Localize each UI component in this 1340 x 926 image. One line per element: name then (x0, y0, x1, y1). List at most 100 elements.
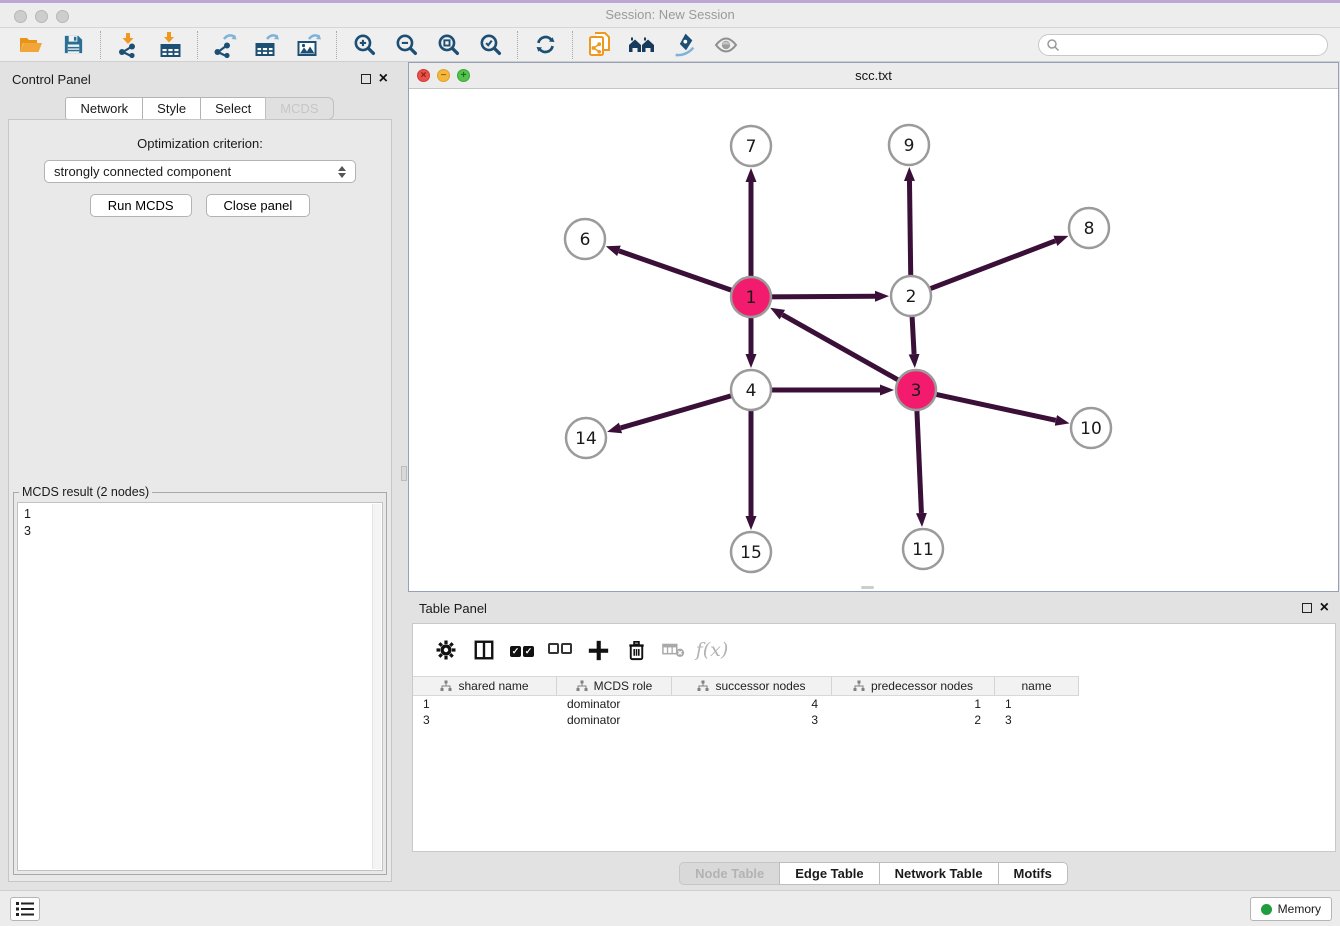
sort-hierarchy-icon (697, 680, 709, 692)
memory-label: Memory (1278, 902, 1321, 916)
zoom-window-button[interactable] (56, 10, 69, 23)
table-cell[interactable]: dominator (557, 712, 672, 728)
column-header-shared-name[interactable]: shared name (413, 677, 557, 695)
column-header-name[interactable]: name (995, 677, 1079, 695)
column-settings-button[interactable] (427, 633, 465, 667)
tab-node-table[interactable]: Node Table (679, 862, 780, 885)
zoom-selected-button[interactable] (469, 30, 511, 60)
app-titlebar: Session: New Session (0, 0, 1340, 28)
sort-hierarchy-icon (576, 680, 588, 692)
graph-node-label-8: 8 (1084, 219, 1095, 239)
column-header-predecessor-nodes[interactable]: predecessor nodes (832, 677, 995, 695)
graph-edge-1-2[interactable] (767, 296, 875, 297)
plus-icon (587, 639, 610, 662)
graph-edge-1-6[interactable] (619, 251, 736, 292)
float-panel-icon[interactable] (361, 74, 371, 84)
tab-network-table[interactable]: Network Table (879, 862, 999, 885)
search-icon (1046, 38, 1060, 52)
graph-edge-2-8[interactable] (926, 241, 1055, 290)
table-cell[interactable]: 3 (413, 712, 557, 728)
apply-layout-button[interactable] (524, 30, 566, 60)
mcds-result-area[interactable]: 1 3 (17, 502, 383, 871)
zoom-selected-icon (478, 32, 503, 57)
tab-network[interactable]: Network (65, 97, 143, 120)
panel-splitter[interactable] (400, 62, 408, 890)
sort-hierarchy-icon (853, 680, 865, 692)
save-disk-icon (62, 33, 85, 56)
tab-mcds[interactable]: MCDS (265, 97, 333, 120)
close-table-panel-icon[interactable]: × (1320, 603, 1329, 613)
table-row-1[interactable]: 3dominator323 (413, 712, 1335, 728)
close-panel-button[interactable]: Close panel (206, 194, 311, 217)
tab-motifs[interactable]: Motifs (998, 862, 1068, 885)
splitter-grip[interactable] (401, 466, 407, 481)
table-cell[interactable]: 1 (995, 696, 1079, 712)
tab-select[interactable]: Select (200, 97, 266, 120)
graph-edge-2-9[interactable] (909, 181, 910, 280)
run-mcds-button[interactable]: Run MCDS (90, 194, 192, 217)
network-close-icon[interactable]: × (417, 69, 430, 82)
zoom-in-button[interactable] (343, 30, 385, 60)
graph-edge-3-1[interactable] (782, 315, 902, 382)
toolbar-divider (336, 31, 337, 59)
mcds-panel: Optimization criterion: strongly connect… (8, 119, 392, 882)
table-cell[interactable]: 3 (995, 712, 1079, 728)
table-cell[interactable]: 2 (832, 712, 995, 728)
search-input[interactable] (1060, 36, 1327, 54)
table-row-0[interactable]: 1dominator411 (413, 696, 1335, 712)
zoom-out-button[interactable] (385, 30, 427, 60)
save-session-button[interactable] (52, 30, 94, 60)
table-cell[interactable]: 3 (672, 712, 832, 728)
graph-edge-3-10[interactable] (932, 393, 1056, 420)
minimize-window-button[interactable] (35, 10, 48, 23)
houses-icon (628, 33, 656, 57)
close-window-button[interactable] (14, 10, 27, 23)
network-maximize-icon[interactable]: + (457, 69, 470, 82)
unselect-all-columns-button[interactable] (541, 633, 579, 667)
function-builder-button[interactable]: f(x) (693, 633, 731, 667)
delete-table-button[interactable] (655, 633, 693, 667)
network-canvas[interactable]: 7968124314101511 (409, 90, 1338, 591)
table-cell[interactable]: 1 (832, 696, 995, 712)
network-window-titlebar[interactable]: × − + scc.txt (409, 63, 1338, 89)
export-network-button[interactable] (204, 30, 246, 60)
table-cell[interactable]: 1 (413, 696, 557, 712)
export-image-button[interactable] (288, 30, 330, 60)
open-session-button[interactable] (10, 30, 52, 60)
graph-edge-2-3[interactable] (912, 312, 914, 354)
clone-network-button[interactable] (579, 30, 621, 60)
delete-columns-button[interactable] (617, 633, 655, 667)
create-column-button[interactable] (579, 633, 617, 667)
select-all-columns-button[interactable]: ✓✓ (503, 633, 541, 667)
network-overview-button[interactable] (621, 30, 663, 60)
criterion-dropdown[interactable]: strongly connected component (44, 160, 356, 183)
canvas-scrollbar-thumb[interactable] (861, 586, 874, 589)
network-minimize-icon[interactable]: − (437, 69, 450, 82)
column-header-mcds-role[interactable]: MCDS role (557, 677, 672, 695)
result-scrollbar[interactable] (372, 504, 381, 869)
zoom-fit-button[interactable] (427, 30, 469, 60)
mcds-result-fieldset: MCDS result (2 nodes) 1 3 (13, 492, 387, 875)
task-history-button[interactable] (10, 897, 40, 921)
memory-button[interactable]: Memory (1250, 897, 1332, 921)
split-column-button[interactable] (465, 633, 503, 667)
graph-edge-3-11[interactable] (917, 406, 922, 513)
annotations-button[interactable] (663, 30, 705, 60)
control-panel-title: Control Panel (12, 72, 91, 87)
graphics-details-button[interactable] (705, 30, 747, 60)
column-header-successor-nodes[interactable]: successor nodes (672, 677, 832, 695)
refresh-icon (533, 32, 558, 57)
node-table-container: ✓✓ (412, 623, 1336, 852)
graph-edge-4-14[interactable] (621, 394, 736, 427)
import-table-button[interactable] (149, 30, 191, 60)
table-cell[interactable]: 4 (672, 696, 832, 712)
import-network-button[interactable] (107, 30, 149, 60)
control-panel: Control Panel × Network Style Select MCD… (0, 62, 400, 890)
table-cell[interactable]: dominator (557, 696, 672, 712)
tab-edge-table[interactable]: Edge Table (779, 862, 879, 885)
export-table-button[interactable] (246, 30, 288, 60)
float-table-panel-icon[interactable] (1302, 603, 1312, 613)
trash-icon (625, 639, 648, 662)
close-panel-icon[interactable]: × (379, 74, 388, 84)
tab-style[interactable]: Style (142, 97, 201, 120)
